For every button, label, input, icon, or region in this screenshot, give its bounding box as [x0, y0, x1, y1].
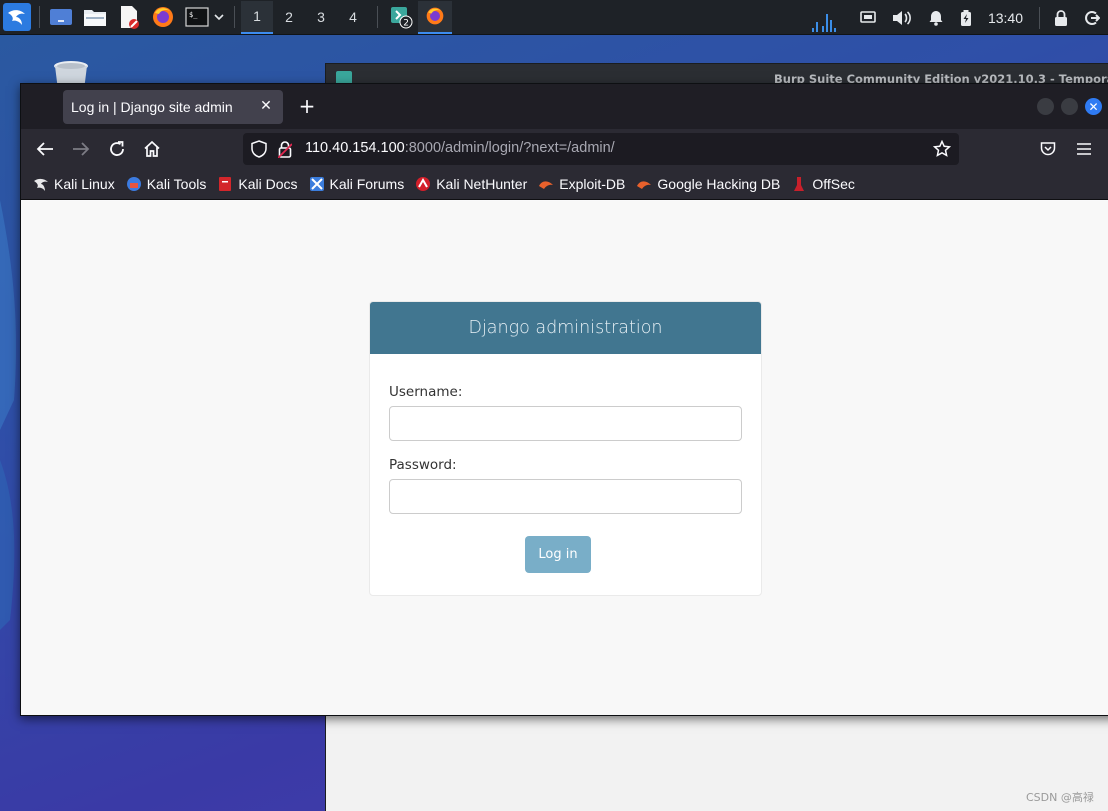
- logout-icon[interactable]: [1084, 10, 1100, 26]
- url-host: 110.40.154.100: [305, 140, 405, 156]
- taskbar-separator: [1039, 6, 1040, 29]
- workspace-3[interactable]: 3: [305, 1, 337, 34]
- bookmark-label: Exploit-DB: [559, 176, 626, 192]
- bookmark-kali-tools[interactable]: Kali Tools: [126, 176, 207, 192]
- workspace-4[interactable]: 4: [337, 1, 369, 34]
- watermark: CSDN @高禄: [1026, 791, 1094, 804]
- tab-django-login[interactable]: Log in | Django site admin ✕: [63, 90, 283, 124]
- close-window-button[interactable]: ✕: [1085, 98, 1102, 115]
- close-tab-icon[interactable]: ✕: [259, 99, 273, 113]
- burp-window-count-badge: 2: [403, 19, 409, 29]
- pocket-icon[interactable]: [1037, 138, 1059, 160]
- nethunter-icon: [416, 177, 431, 191]
- bookmark-label: Google Hacking DB: [657, 176, 781, 192]
- kali-tools-icon: [126, 177, 141, 191]
- bookmark-label: OffSec: [812, 176, 855, 192]
- bookmark-label: Kali Linux: [54, 176, 115, 192]
- file-manager-icon[interactable]: [82, 4, 108, 30]
- workspace-2[interactable]: 2: [273, 1, 305, 34]
- firefox-taskbar-button[interactable]: [418, 0, 452, 34]
- system-tray: 13:40: [852, 0, 1108, 35]
- kali-docs-icon: [219, 177, 232, 191]
- login-header: Django administration: [370, 302, 761, 354]
- bookmark-star-icon[interactable]: [932, 139, 952, 162]
- navigation-toolbar: 110.40.154.100:8000/admin/login/?next=/a…: [21, 129, 1108, 169]
- terminal-dropdown-chevron-icon[interactable]: [212, 4, 226, 30]
- taskbar: $_ 1 2 3 4 2 13:40: [0, 0, 1108, 35]
- bookmark-kali-docs[interactable]: Kali Docs: [217, 176, 298, 192]
- taskbar-separator: [39, 6, 40, 28]
- url-path: :8000/admin/login/?next=/admin/: [404, 140, 615, 156]
- bookmarks-toolbar: Kali Linux Kali Tools Kali Docs Kali For…: [21, 169, 1108, 200]
- bookmark-kali-linux[interactable]: Kali Linux: [33, 176, 115, 192]
- taskbar-separator: [377, 6, 378, 28]
- lock-screen-icon[interactable]: [1054, 9, 1068, 26]
- terminal-icon[interactable]: $_: [184, 4, 210, 30]
- site-title: Django administration: [468, 318, 663, 338]
- cpu-graph-icon: [812, 14, 836, 32]
- application-menu-icon[interactable]: [1073, 138, 1095, 160]
- volume-icon[interactable]: [892, 10, 912, 26]
- new-tab-button[interactable]: +: [297, 96, 317, 116]
- tracking-protection-shield-icon[interactable]: [251, 140, 267, 162]
- username-input[interactable]: [389, 406, 742, 441]
- maximize-window-button[interactable]: [1061, 98, 1078, 115]
- bookmark-label: Kali NetHunter: [436, 176, 528, 192]
- bookmark-kali-nethunter[interactable]: Kali NetHunter: [415, 176, 527, 192]
- ghdb-icon: [637, 181, 652, 189]
- notifications-bell-icon[interactable]: [928, 10, 944, 26]
- forward-button[interactable]: [70, 138, 92, 160]
- bookmark-label: Kali Docs: [238, 176, 298, 192]
- password-input[interactable]: [389, 479, 742, 514]
- firefox-window[interactable]: Log in | Django site admin ✕ + ✕ 110.40.…: [20, 83, 1108, 716]
- firefox-launcher-icon[interactable]: [150, 4, 176, 30]
- page-content: Django administration Username: Password…: [21, 201, 1108, 715]
- username-label: Username:: [389, 384, 463, 400]
- reload-button[interactable]: [106, 138, 128, 160]
- network-icon[interactable]: [860, 10, 876, 25]
- bookmark-offsec[interactable]: OffSec: [791, 176, 855, 192]
- back-button[interactable]: [34, 138, 56, 160]
- kali-dragon-icon: [34, 178, 48, 191]
- bookmark-label: Kali Tools: [146, 176, 207, 192]
- tab-bar: Log in | Django site admin ✕ + ✕: [21, 84, 1108, 129]
- desktop-wallpaper-wave: [0, 200, 17, 630]
- taskbar-separator: [234, 6, 235, 28]
- minimize-window-button[interactable]: [1037, 98, 1054, 115]
- workspace-1[interactable]: 1: [241, 0, 273, 34]
- exploit-db-icon: [539, 181, 554, 189]
- login-form: Django administration Username: Password…: [369, 301, 762, 596]
- password-label: Password:: [389, 457, 457, 473]
- bookmark-label: Kali Forums: [329, 176, 405, 192]
- url-text: 110.40.154.100:8000/admin/login/?next=/a…: [305, 140, 615, 156]
- login-button[interactable]: Log in: [525, 536, 591, 573]
- kali-forums-icon: [309, 177, 324, 191]
- battery-icon[interactable]: [960, 9, 972, 26]
- url-bar[interactable]: 110.40.154.100:8000/admin/login/?next=/a…: [243, 133, 959, 165]
- bookmark-kali-forums[interactable]: Kali Forums: [309, 176, 405, 192]
- home-button[interactable]: [141, 138, 163, 160]
- tab-title: Log in | Django site admin: [71, 99, 233, 115]
- bookmark-google-hacking-db[interactable]: Google Hacking DB: [636, 176, 780, 192]
- offsec-icon: [794, 177, 805, 191]
- clock[interactable]: 13:40: [988, 10, 1023, 26]
- bookmark-exploit-db[interactable]: Exploit-DB: [538, 176, 625, 192]
- kali-menu-icon[interactable]: [3, 3, 31, 31]
- text-editor-icon[interactable]: [116, 4, 142, 30]
- insecure-lock-icon[interactable]: [277, 140, 293, 162]
- show-desktop-icon[interactable]: [48, 4, 74, 30]
- svg-text:$_: $_: [189, 11, 198, 19]
- burp-taskbar-button[interactable]: 2: [384, 1, 418, 34]
